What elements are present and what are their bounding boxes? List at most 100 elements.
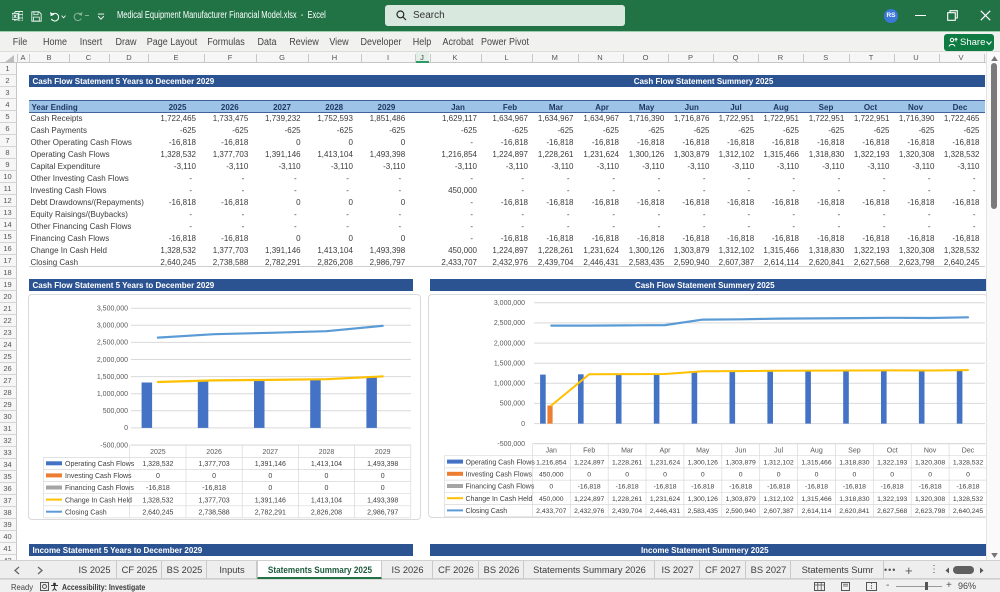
svg-text:Financing Cash Flows: Financing Cash Flows — [466, 484, 535, 491]
svg-text:2,500,000: 2,500,000 — [97, 340, 128, 347]
svg-text:Closing Cash: Closing Cash — [65, 509, 107, 516]
svg-text:1,328,532: 1,328,532 — [142, 497, 173, 504]
svg-text:Closing Cash: Closing Cash — [466, 508, 508, 515]
svg-text:2,738,588: 2,738,588 — [199, 509, 230, 516]
svg-text:1,377,703: 1,377,703 — [199, 497, 230, 504]
svg-text:2,500,000: 2,500,000 — [494, 320, 525, 327]
svg-text:0: 0 — [663, 472, 667, 479]
svg-text:Jun: Jun — [735, 447, 746, 454]
svg-text:1,328,532: 1,328,532 — [953, 459, 983, 466]
svg-text:1,328,532: 1,328,532 — [142, 461, 173, 468]
svg-text:1,500,000: 1,500,000 — [494, 361, 525, 368]
svg-text:May: May — [696, 447, 710, 454]
svg-text:-16,818: -16,818 — [616, 484, 639, 491]
svg-text:0: 0 — [701, 472, 705, 479]
svg-text:0: 0 — [625, 472, 629, 479]
svg-text:1,315,466: 1,315,466 — [801, 459, 831, 466]
svg-text:2,000,000: 2,000,000 — [97, 357, 128, 364]
svg-text:1,318,830: 1,318,830 — [839, 496, 869, 503]
svg-text:2025: 2025 — [150, 449, 166, 456]
svg-text:2029: 2029 — [375, 449, 391, 456]
svg-text:1,228,261: 1,228,261 — [612, 459, 642, 466]
svg-text:1,300,126: 1,300,126 — [688, 459, 718, 466]
svg-text:0: 0 — [325, 485, 329, 492]
svg-text:2028: 2028 — [319, 449, 335, 456]
svg-text:0: 0 — [966, 472, 970, 479]
svg-text:Sep: Sep — [848, 447, 861, 454]
svg-text:2,000,000: 2,000,000 — [494, 340, 525, 347]
svg-text:2,583,435: 2,583,435 — [688, 508, 718, 515]
svg-text:1,391,146: 1,391,146 — [255, 461, 286, 468]
svg-text:450,000: 450,000 — [539, 496, 564, 503]
svg-text:3,500,000: 3,500,000 — [97, 306, 128, 313]
svg-text:0: 0 — [890, 472, 894, 479]
svg-text:-16,818: -16,818 — [691, 484, 714, 491]
svg-text:1,000,000: 1,000,000 — [97, 391, 128, 398]
svg-text:1,300,126: 1,300,126 — [688, 496, 718, 503]
svg-text:2,640,245: 2,640,245 — [142, 509, 173, 516]
svg-text:-16,818: -16,818 — [843, 484, 866, 491]
svg-text:2,640,245: 2,640,245 — [953, 508, 983, 515]
svg-text:-16,818: -16,818 — [653, 484, 676, 491]
svg-text:0: 0 — [124, 425, 128, 432]
svg-text:Mar: Mar — [621, 447, 634, 454]
svg-text:1,493,398: 1,493,398 — [367, 497, 398, 504]
svg-text:1,413,104: 1,413,104 — [311, 497, 342, 504]
svg-text:1,500,000: 1,500,000 — [97, 374, 128, 381]
svg-text:Investing Cash Flows: Investing Cash Flows — [65, 473, 132, 480]
svg-text:2,782,291: 2,782,291 — [255, 509, 286, 516]
svg-text:2,446,431: 2,446,431 — [650, 508, 680, 515]
svg-text:0: 0 — [521, 421, 525, 428]
svg-text:1,303,879: 1,303,879 — [726, 459, 756, 466]
svg-text:-16,818: -16,818 — [956, 484, 979, 491]
svg-text:3,000,000: 3,000,000 — [97, 323, 128, 330]
svg-text:0: 0 — [268, 473, 272, 480]
svg-text:-16,818: -16,818 — [919, 484, 942, 491]
svg-text:-500,000: -500,000 — [100, 442, 128, 449]
svg-text:0: 0 — [549, 484, 553, 491]
svg-text:0: 0 — [212, 473, 216, 480]
svg-text:1,320,308: 1,320,308 — [915, 459, 945, 466]
svg-text:0: 0 — [853, 472, 857, 479]
svg-text:-16,818: -16,818 — [729, 484, 752, 491]
svg-text:-16,818: -16,818 — [578, 484, 601, 491]
svg-text:1,315,466: 1,315,466 — [801, 496, 831, 503]
svg-text:-16,818: -16,818 — [202, 485, 226, 492]
svg-text:2,432,976: 2,432,976 — [574, 508, 604, 515]
svg-text:0: 0 — [325, 473, 329, 480]
svg-text:1,328,532: 1,328,532 — [953, 496, 983, 503]
svg-text:0: 0 — [739, 472, 743, 479]
svg-text:1,231,624: 1,231,624 — [650, 459, 680, 466]
svg-text:Jul: Jul — [774, 447, 783, 454]
svg-text:2026: 2026 — [206, 449, 222, 456]
svg-text:1,322,193: 1,322,193 — [877, 459, 907, 466]
svg-text:Operating Cash Flows: Operating Cash Flows — [466, 459, 536, 466]
svg-text:Jan: Jan — [546, 447, 557, 454]
svg-text:Feb: Feb — [583, 447, 595, 454]
svg-text:2,590,940: 2,590,940 — [726, 508, 756, 515]
svg-text:1,303,879: 1,303,879 — [726, 496, 756, 503]
svg-text:1,228,261: 1,228,261 — [612, 496, 642, 503]
svg-text:1,312,102: 1,312,102 — [763, 496, 793, 503]
svg-text:-16,818: -16,818 — [146, 485, 170, 492]
svg-text:2,623,798: 2,623,798 — [915, 508, 945, 515]
svg-text:Financing Cash Flows: Financing Cash Flows — [65, 485, 134, 492]
svg-text:1,216,854: 1,216,854 — [536, 459, 566, 466]
svg-text:Nov: Nov — [924, 447, 937, 454]
svg-text:2027: 2027 — [263, 449, 279, 456]
svg-text:Oct: Oct — [887, 447, 898, 454]
svg-text:0: 0 — [928, 472, 932, 479]
svg-text:-16,818: -16,818 — [881, 484, 904, 491]
svg-text:1,320,308: 1,320,308 — [915, 496, 945, 503]
svg-text:450,000: 450,000 — [539, 472, 564, 479]
svg-text:2,620,841: 2,620,841 — [839, 508, 869, 515]
svg-text:2,607,387: 2,607,387 — [763, 508, 793, 515]
svg-text:Aug: Aug — [810, 447, 823, 454]
svg-text:0: 0 — [777, 472, 781, 479]
svg-text:-500,000: -500,000 — [497, 441, 525, 448]
svg-text:0: 0 — [156, 473, 160, 480]
svg-text:0: 0 — [587, 472, 591, 479]
svg-text:1,000,000: 1,000,000 — [494, 381, 525, 388]
svg-text:1,413,104: 1,413,104 — [311, 461, 342, 468]
svg-text:1,493,398: 1,493,398 — [367, 461, 398, 468]
